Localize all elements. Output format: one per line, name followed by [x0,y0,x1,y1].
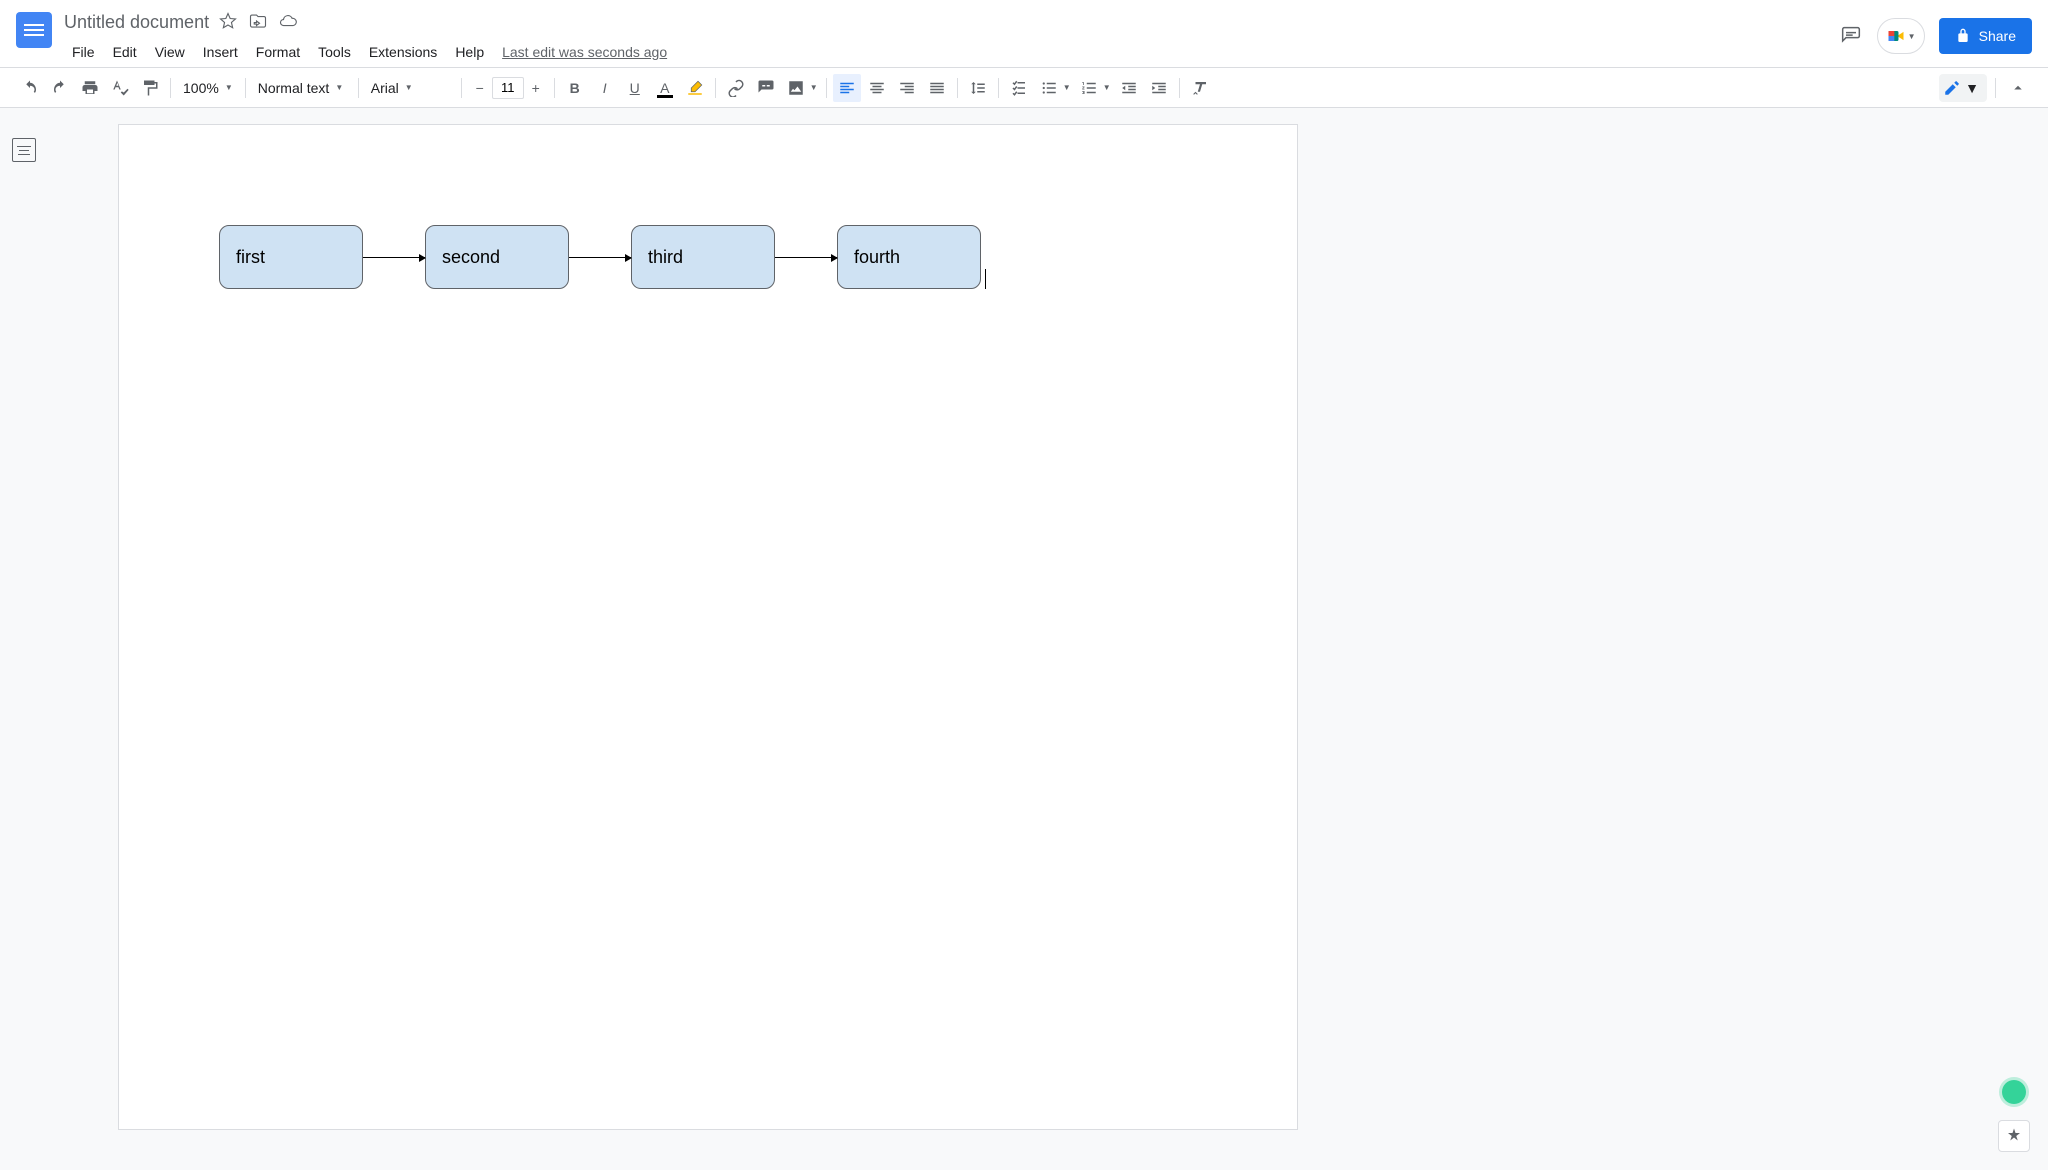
indent-increase-button[interactable] [1145,74,1173,102]
paint-format-button[interactable] [136,74,164,102]
text-color-button[interactable]: A [651,74,679,102]
spellcheck-button[interactable] [106,74,134,102]
font-select[interactable]: Arial▼ [365,74,455,102]
text-cursor [985,269,986,289]
share-button[interactable]: Share [1939,18,2032,54]
align-center-button[interactable] [863,74,891,102]
menu-view[interactable]: View [147,40,193,64]
canvas[interactable]: first second third fourth [48,108,2048,1170]
increase-font-button[interactable]: + [524,74,548,102]
toolbar: 100%▼ Normal text▼ Arial▼ − + B I U A ▼ … [0,68,2048,108]
image-button[interactable] [782,74,810,102]
presence-indicator[interactable] [2002,1080,2026,1104]
move-icon[interactable] [249,12,267,33]
menu-help[interactable]: Help [447,40,492,64]
arrow-icon [363,257,425,258]
explore-button[interactable] [1998,1120,2030,1152]
font-size-input[interactable] [492,77,524,99]
link-button[interactable] [722,74,750,102]
bold-button[interactable]: B [561,74,589,102]
diagram-node-3[interactable]: third [631,225,775,289]
arrow-icon [569,257,631,258]
diagram-node-1[interactable]: first [219,225,363,289]
menu-bar: File Edit View Insert Format Tools Exten… [64,40,1839,64]
chevron-down-icon: ▼ [405,83,413,92]
document-title[interactable]: Untitled document [64,12,209,33]
print-button[interactable] [76,74,104,102]
chevron-down-icon: ▼ [1965,80,1979,96]
align-left-button[interactable] [833,74,861,102]
line-spacing-button[interactable] [964,74,992,102]
menu-edit[interactable]: Edit [105,40,145,64]
highlight-button[interactable] [681,74,709,102]
diagram-node-2[interactable]: second [425,225,569,289]
header-right: ▼ Share [1839,18,2032,54]
star-icon[interactable] [219,12,237,33]
menu-tools[interactable]: Tools [310,40,359,64]
floating-controls [1998,1080,2030,1152]
chevron-down-icon[interactable]: ▼ [1061,83,1073,92]
title-area: Untitled document File Edit View Insert … [64,8,1839,64]
checklist-button[interactable] [1005,74,1033,102]
undo-button[interactable] [16,74,44,102]
comments-button[interactable] [1839,24,1863,48]
last-edit-link[interactable]: Last edit was seconds ago [502,40,667,64]
page[interactable]: first second third fourth [118,124,1298,1130]
menu-extensions[interactable]: Extensions [361,40,445,64]
cloud-status-icon[interactable] [279,12,297,33]
menu-format[interactable]: Format [248,40,308,64]
arrow-icon [775,257,837,258]
meet-button[interactable]: ▼ [1877,18,1925,54]
align-right-button[interactable] [893,74,921,102]
left-rail [0,108,48,1170]
chevron-down-icon: ▼ [1908,32,1916,41]
chevron-down-icon: ▼ [335,83,343,92]
editing-mode-button[interactable]: ▼ [1939,74,1987,102]
bullet-list-button[interactable] [1035,74,1063,102]
chevron-down-icon[interactable]: ▼ [1101,83,1113,92]
underline-button[interactable]: U [621,74,649,102]
flow-diagram[interactable]: first second third fourth [219,225,981,289]
chevron-down-icon: ▼ [225,83,233,92]
decrease-font-button[interactable]: − [468,74,492,102]
header: Untitled document File Edit View Insert … [0,0,2048,68]
zoom-select[interactable]: 100%▼ [177,74,239,102]
numbered-list-button[interactable] [1075,74,1103,102]
menu-insert[interactable]: Insert [195,40,246,64]
diagram-node-4[interactable]: fourth [837,225,981,289]
italic-button[interactable]: I [591,74,619,102]
comment-button[interactable] [752,74,780,102]
chevron-down-icon[interactable]: ▼ [808,83,820,92]
indent-decrease-button[interactable] [1115,74,1143,102]
menu-file[interactable]: File [64,40,103,64]
share-label: Share [1979,28,2016,44]
workspace: first second third fourth [0,108,2048,1170]
align-justify-button[interactable] [923,74,951,102]
redo-button[interactable] [46,74,74,102]
clear-format-button[interactable] [1186,74,1214,102]
collapse-toolbar-button[interactable] [2004,74,2032,102]
docs-home-icon[interactable] [16,12,52,48]
outline-button[interactable] [12,138,36,162]
paragraph-style-select[interactable]: Normal text▼ [252,74,352,102]
